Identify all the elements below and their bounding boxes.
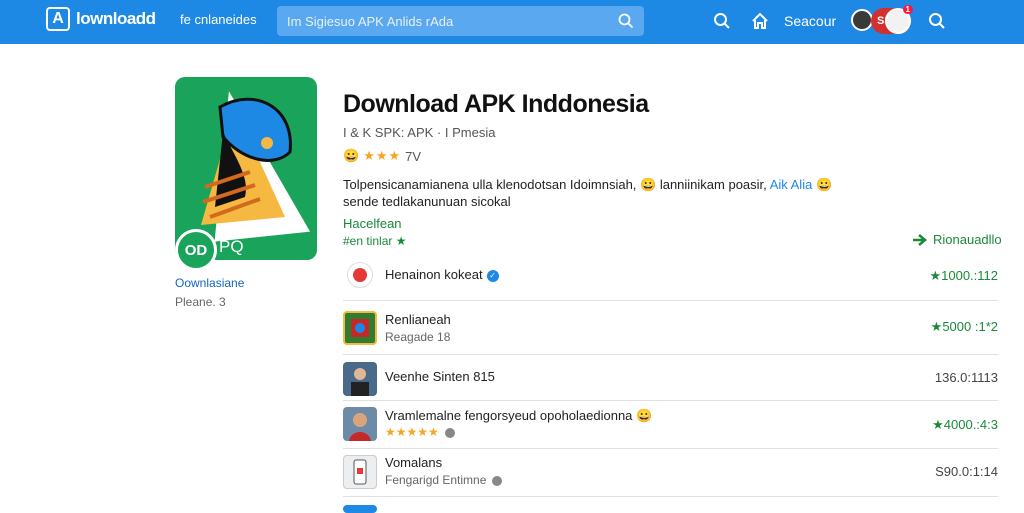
app-description: Tolpensicanamianena ulla klenodotsan Ido… bbox=[343, 177, 832, 193]
item-name: Henainon kokeat ✓ bbox=[385, 267, 499, 282]
item-name: Renlianeah bbox=[385, 312, 451, 327]
app-rating: 😀 ★★★ 7V bbox=[343, 148, 421, 164]
item-value: S90.0:1:14 bbox=[935, 464, 998, 479]
logo-text: lownloadd bbox=[76, 9, 156, 28]
search-icon[interactable] bbox=[711, 10, 733, 32]
search-box bbox=[277, 6, 644, 36]
description-link[interactable]: Aik Alia bbox=[770, 177, 813, 192]
category-nav-link[interactable]: fe cnlaneides bbox=[180, 12, 257, 27]
app-subtitle: I & K SPK: APK · I Pmesia bbox=[343, 125, 496, 140]
top-bar: A lownloadd fe cnlaneides Seacour SS 1 bbox=[0, 0, 1024, 44]
verified-icon: ✓ bbox=[486, 269, 499, 282]
related-link[interactable]: Rionauadllo bbox=[913, 232, 1002, 247]
home-icon[interactable] bbox=[749, 10, 771, 32]
item-thumbnail bbox=[343, 407, 377, 441]
item-thumbnail bbox=[347, 262, 373, 288]
item-name: Veenhe Sinten 815 bbox=[385, 369, 495, 384]
emoji-icon: 😀 bbox=[815, 177, 833, 192]
list-item[interactable]: Henainon kokeat ✓ ★1000.:112 bbox=[343, 253, 998, 301]
related-label: Rionauadllo bbox=[933, 232, 1002, 247]
arrow-icon bbox=[913, 233, 927, 246]
section-sublabel: #en tinlar ★ bbox=[343, 234, 407, 248]
info-icon bbox=[492, 475, 503, 486]
app-list: Henainon kokeat ✓ ★1000.:112 Renlianeah R… bbox=[343, 253, 998, 513]
list-item[interactable]: Veenhe Sinten 815 136.0:1113 bbox=[343, 355, 998, 401]
account-avatar-button[interactable]: SS 1 bbox=[871, 5, 913, 34]
item-name: Vomalans bbox=[385, 455, 443, 470]
item-value: ★1000.:112 bbox=[929, 268, 998, 283]
item-meta: Fengarigd Entimne bbox=[385, 473, 503, 487]
list-item[interactable]: Renlianeah Reagade 18 ★5000 :1*2 bbox=[343, 301, 998, 355]
item-thumbnail bbox=[343, 362, 377, 396]
notification-badge: 1 bbox=[902, 5, 913, 14]
app-badge: OD bbox=[175, 229, 217, 271]
user-avatar[interactable] bbox=[851, 9, 873, 31]
item-thumbnail bbox=[343, 455, 377, 489]
info-icon bbox=[444, 427, 455, 438]
rating-text: 7V bbox=[405, 148, 422, 164]
search-input[interactable] bbox=[287, 13, 618, 29]
search-icon[interactable] bbox=[618, 13, 634, 29]
app-description-line2: sende tedlakanunuan sicokal bbox=[343, 194, 511, 209]
list-item[interactable]: Vomalans Fengarigd Entimne S90.0:1:14 bbox=[343, 449, 998, 497]
developer-link[interactable]: Oownlasiane bbox=[175, 276, 244, 290]
section-label[interactable]: Hacelfean bbox=[343, 216, 402, 231]
item-value: ★4000.:4:3 bbox=[932, 417, 998, 432]
item-value: 136.0:1113 bbox=[934, 370, 998, 385]
rating-stars: ★★★ bbox=[363, 148, 402, 163]
developer-subtext: Pleane. 3 bbox=[175, 295, 226, 309]
description-text: Tolpensicanamianena ulla klenodotsan Ido… bbox=[343, 177, 767, 192]
emoji-icon: 😀 bbox=[343, 148, 360, 163]
item-meta: Reagade 18 bbox=[385, 330, 451, 344]
search-link[interactable]: Seacour bbox=[784, 13, 836, 29]
app-badge-label: PQ bbox=[219, 237, 244, 256]
search-icon[interactable] bbox=[926, 10, 948, 32]
logo-mark: A bbox=[46, 7, 70, 31]
list-item[interactable] bbox=[343, 497, 998, 513]
site-logo[interactable]: A lownloadd bbox=[46, 7, 156, 31]
item-value: ★5000 :1*2 bbox=[930, 319, 998, 334]
list-item[interactable]: Vramlemalne fengorsyeud opoholaedionna 😀… bbox=[343, 401, 998, 449]
item-thumbnail bbox=[343, 311, 377, 345]
item-name: Vramlemalne fengorsyeud opoholaedionna 😀 bbox=[385, 408, 653, 423]
item-rating: ★★★★★ bbox=[385, 425, 455, 439]
page-title: Download APK Inddonesia bbox=[343, 90, 649, 118]
